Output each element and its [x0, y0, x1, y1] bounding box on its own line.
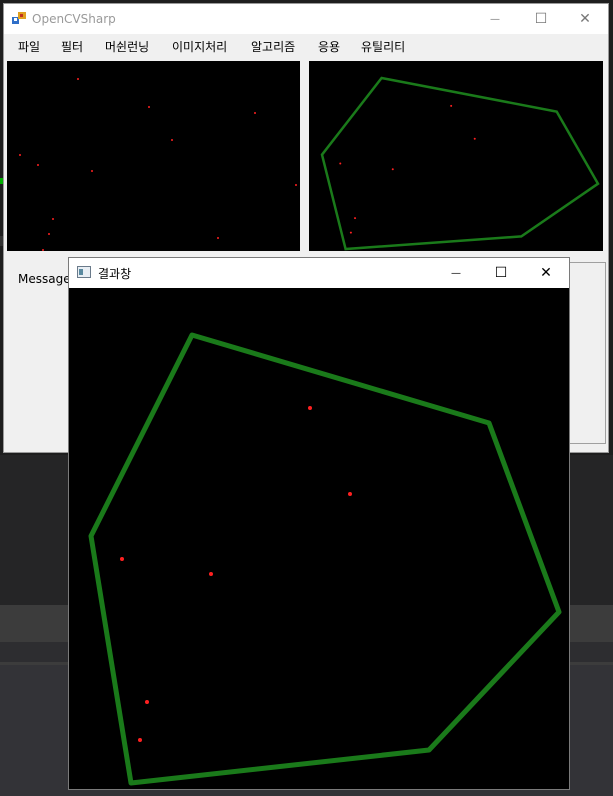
small-point-0: [450, 104, 453, 107]
result-point-1: [348, 492, 352, 496]
small-point-3: [391, 168, 394, 171]
small-point-5: [349, 231, 352, 234]
message-label: Message: [18, 272, 71, 286]
menu-algorithm[interactable]: 알고리즘: [251, 38, 295, 55]
small-point-4: [354, 217, 357, 220]
result-minimize-button[interactable]: —: [433, 258, 479, 288]
result-maximize-button[interactable]: ☐: [478, 258, 524, 288]
menu-machine-learning[interactable]: 머쉰런닝: [105, 38, 149, 55]
result-points: [120, 406, 352, 742]
main-window-title: OpenCVSharp: [32, 12, 116, 26]
source-point-4: [19, 154, 21, 156]
window-icon: [77, 266, 91, 278]
source-point-8: [52, 218, 54, 220]
close-button[interactable]: ✕: [562, 4, 608, 34]
close-icon: ✕: [579, 11, 591, 27]
menu-application[interactable]: 응용: [318, 38, 340, 55]
source-point-10: [217, 237, 219, 239]
source-point-6: [91, 170, 93, 172]
result-point-2: [120, 557, 124, 561]
small-point-1: [473, 137, 476, 140]
result-point-4: [145, 700, 149, 704]
menu-image-processing[interactable]: 이미지처리: [172, 38, 227, 55]
close-icon: ✕: [540, 265, 552, 281]
minimize-icon: —: [490, 13, 500, 25]
convex-hull-polygon: [88, 332, 562, 786]
result-point-5: [138, 738, 142, 742]
result-titlebar[interactable]: 결과창 — ☐ ✕: [69, 258, 569, 288]
result-window: 결과창 — ☐ ✕: [68, 257, 570, 790]
menu-file[interactable]: 파일: [18, 38, 40, 55]
maximize-icon: ☐: [534, 11, 548, 27]
result-window-title: 결과창: [98, 267, 132, 281]
maximize-button[interactable]: ☐: [518, 4, 564, 34]
source-point-2: [254, 112, 256, 114]
result-point-0: [308, 406, 312, 410]
main-titlebar[interactable]: OpenCVSharp — ☐ ✕: [4, 4, 608, 34]
small-point-2: [339, 162, 342, 165]
source-point-5: [37, 164, 39, 166]
result-canvas: [88, 332, 562, 786]
menubar: 파일 필터 머쉰런닝 이미지처리 알고리즘 응용 유틸리티: [4, 34, 608, 60]
source-points: [19, 78, 297, 251]
minimize-button[interactable]: —: [472, 4, 518, 34]
source-picturebox[interactable]: [7, 61, 300, 251]
result-picturebox[interactable]: [309, 61, 603, 251]
source-point-1: [148, 106, 150, 108]
menu-utility[interactable]: 유틸리티: [361, 38, 405, 55]
maximize-icon: ☐: [494, 265, 508, 281]
result-close-button[interactable]: ✕: [523, 258, 569, 288]
source-point-0: [77, 78, 79, 80]
result-point-3: [209, 572, 213, 576]
source-point-7: [295, 184, 297, 186]
app-icon: [12, 12, 26, 24]
small-result-points: [339, 104, 476, 234]
source-point-9: [48, 233, 50, 235]
source-point-11: [42, 249, 44, 251]
small-hull-polygon: [320, 76, 600, 251]
menu-filter[interactable]: 필터: [61, 38, 83, 55]
minimize-icon: —: [451, 267, 461, 279]
source-point-3: [171, 139, 173, 141]
